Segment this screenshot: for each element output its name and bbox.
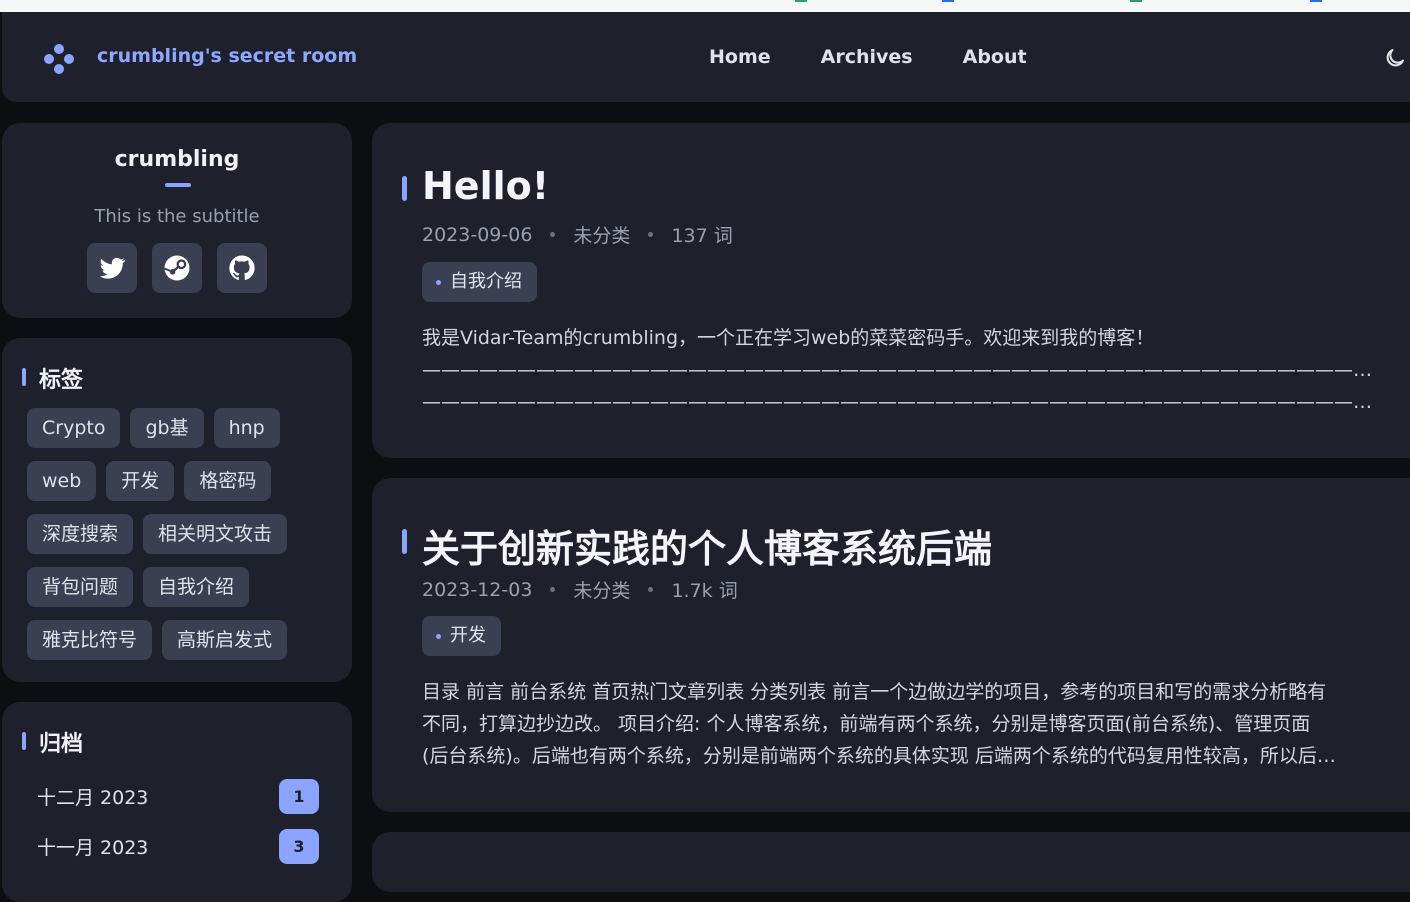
meta-separator xyxy=(550,232,556,237)
excerpt-line: 我是Vidar-Team的crumbling，一个正在学习web的菜菜密码手。欢… xyxy=(422,327,1155,349)
browser-top-strip xyxy=(0,0,1410,12)
nav-about[interactable]: About xyxy=(963,46,1027,68)
tag-chip[interactable]: 开发 xyxy=(106,461,175,501)
tag-chip[interactable]: 雅克比符号 xyxy=(27,620,153,660)
archive-month: 十二月 2023 xyxy=(37,786,149,809)
meta-separator xyxy=(648,232,654,237)
meta-separator xyxy=(648,587,654,592)
profile-subtitle: This is the subtitle xyxy=(94,206,260,227)
steam-button[interactable] xyxy=(152,243,202,293)
strip-mark xyxy=(1130,0,1142,2)
post-date: 2023-12-03 xyxy=(422,578,533,601)
strip-mark xyxy=(942,0,954,2)
post-title[interactable]: Hello! xyxy=(422,164,549,208)
meta-separator xyxy=(550,587,556,592)
tag-chip[interactable]: 相关明文攻击 xyxy=(143,514,288,554)
tag-chip[interactable]: web xyxy=(27,461,97,501)
post-meta: 2023-09-06 未分类 137 词 xyxy=(422,221,733,248)
excerpt-line: 目录 前言 前台系统 首页热门文章列表 分类列表 前言一个边做边学的项目，参考的… xyxy=(422,681,1327,703)
profile-name: crumbling xyxy=(114,147,240,172)
github-button[interactable] xyxy=(217,243,267,293)
nav-home[interactable]: Home xyxy=(709,46,771,68)
tags-card: 标签 Crypto gb基 hnp web 开发 格密码 深度搜索 相关明文攻击… xyxy=(2,338,352,682)
social-links xyxy=(87,243,267,293)
profile-card: crumbling This is the subtitle xyxy=(2,123,352,318)
post-tag-chip[interactable]: 自我介绍 xyxy=(422,262,537,302)
archive-item[interactable]: 十二月 2023 1 xyxy=(37,778,319,814)
tag-chip[interactable]: 背包问题 xyxy=(27,567,134,607)
tag-chip[interactable]: 高斯启发式 xyxy=(162,620,288,660)
profile-divider xyxy=(165,183,191,187)
post-card: Hello! 2023-09-06 未分类 137 词 自我介绍 我是Vidar… xyxy=(372,123,1410,458)
title-accent xyxy=(402,529,407,554)
tag-chip[interactable]: hnp xyxy=(213,408,280,448)
excerpt-line: ————————————————————————————————————————… xyxy=(422,359,1377,381)
tag-chip[interactable]: 格密码 xyxy=(184,461,272,501)
strip-mark xyxy=(1310,0,1322,2)
post-date: 2023-09-06 xyxy=(422,223,533,246)
post-word-count: 1.7k 词 xyxy=(671,580,738,602)
post-excerpt: 目录 前言 前台系统 首页热门文章列表 分类列表 前言一个边做边学的项目，参考的… xyxy=(422,676,1377,772)
tag-chip[interactable]: Crypto xyxy=(27,408,121,448)
nav-archives[interactable]: Archives xyxy=(821,46,913,68)
moon-icon[interactable] xyxy=(1383,46,1407,70)
post-meta: 2023-12-03 未分类 1.7k 词 xyxy=(422,576,738,603)
steam-icon xyxy=(164,255,190,281)
twitter-icon xyxy=(99,257,126,279)
post-tag-chip[interactable]: 开发 xyxy=(422,616,501,656)
post-card xyxy=(372,832,1410,892)
archive-count-badge: 3 xyxy=(279,828,319,864)
tag-list: Crypto gb基 hnp web 开发 格密码 深度搜索 相关明文攻击 背包… xyxy=(27,408,327,660)
github-icon xyxy=(229,255,255,281)
tag-chip[interactable]: gb基 xyxy=(130,408,204,448)
archive-item[interactable]: 十一月 2023 3 xyxy=(37,828,319,864)
post-category[interactable]: 未分类 xyxy=(573,221,630,248)
post-excerpt: 我是Vidar-Team的crumbling，一个正在学习web的菜菜密码手。欢… xyxy=(422,322,1377,418)
archive-count-badge: 1 xyxy=(279,778,319,814)
tag-chip[interactable]: 自我介绍 xyxy=(143,567,250,607)
site-title[interactable]: crumbling's secret room xyxy=(97,45,357,67)
tag-chip[interactable]: 深度搜索 xyxy=(27,514,134,554)
excerpt-line: (后台系统)。后端也有两个系统，分别是前端两个系统的具体实现 后端两个系统的代码… xyxy=(422,745,1336,767)
archive-title: 归档 xyxy=(22,726,83,758)
post-title[interactable]: 关于创新实践的个人博客系统后端 xyxy=(422,518,992,573)
post-card: 关于创新实践的个人博客系统后端 2023-12-03 未分类 1.7k 词 开发… xyxy=(372,478,1410,812)
strip-mark xyxy=(795,0,807,2)
site-header: crumbling's secret room Home Archives Ab… xyxy=(2,12,1410,102)
title-accent xyxy=(402,176,407,201)
app-logo-icon[interactable] xyxy=(42,44,76,74)
post-word-count: 137 词 xyxy=(671,225,733,247)
main-nav: Home Archives About xyxy=(709,46,1027,68)
excerpt-line: ————————————————————————————————————————… xyxy=(422,391,1377,413)
post-category[interactable]: 未分类 xyxy=(573,576,630,603)
archive-card: 归档 十二月 2023 1 十一月 2023 3 xyxy=(2,702,352,902)
tags-title: 标签 xyxy=(22,362,83,394)
archive-month: 十一月 2023 xyxy=(37,836,149,859)
twitter-button[interactable] xyxy=(87,243,137,293)
excerpt-line: 不同，打算边抄边改。 项目介绍: 个人博客系统，前端有两个系统，分别是博客页面(… xyxy=(422,713,1311,735)
